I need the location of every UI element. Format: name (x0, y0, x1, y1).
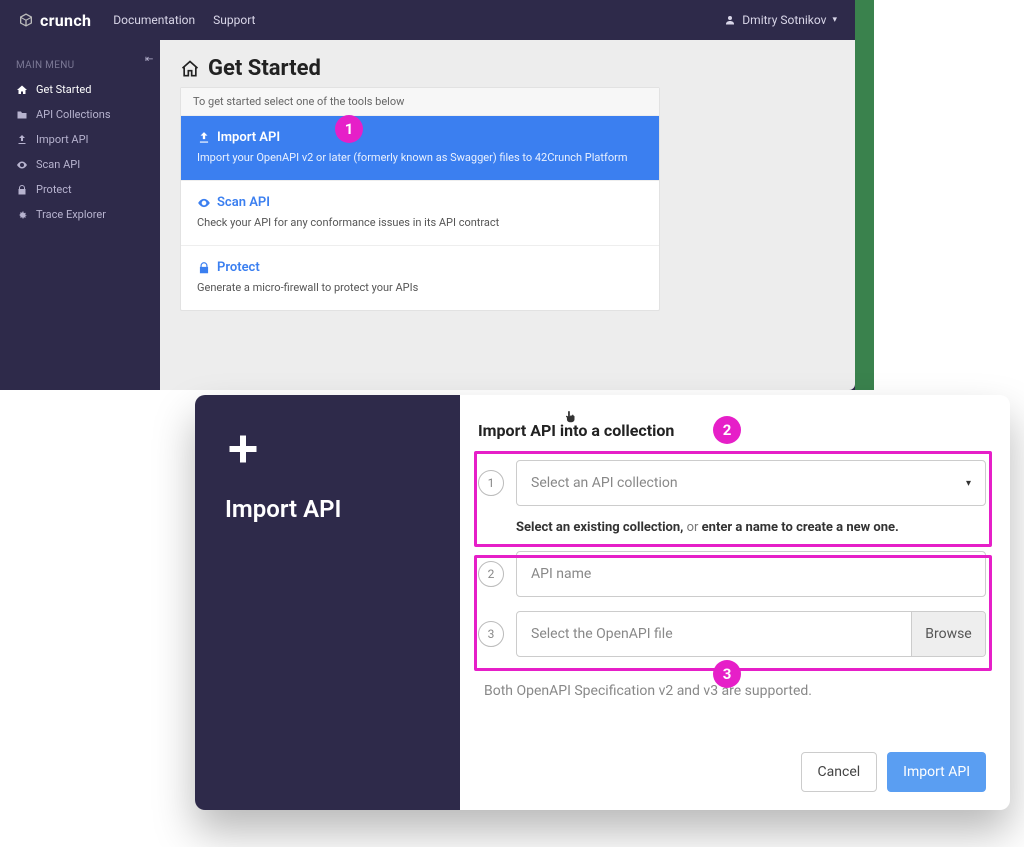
sidebar-label: Protect (36, 183, 72, 196)
tool-desc: Check your API for any conformance issue… (197, 216, 643, 229)
import-icon (16, 134, 28, 146)
helper-light: or (683, 520, 701, 535)
chevron-down-icon: ▾ (966, 478, 971, 489)
sidebar-label: Scan API (36, 158, 80, 171)
eye-icon (16, 159, 28, 171)
tools-panel: To get started select one of the tools b… (180, 87, 660, 311)
import-api-modal: Import API Import API into a collection … (195, 395, 1010, 810)
step-2-row: 2 API name (478, 551, 986, 597)
annotation-badge-1: 1 (335, 115, 363, 143)
sidebar-item-trace[interactable]: Trace Explorer (0, 202, 160, 227)
nav-support[interactable]: Support (213, 13, 255, 27)
decorative-stripe (855, 0, 874, 390)
sidebar-item-protect[interactable]: Protect (0, 177, 160, 202)
tool-title-text: Scan API (217, 195, 270, 210)
nav-links: Documentation Support (113, 13, 255, 27)
tool-title-text: Import API (217, 130, 280, 145)
user-name: Dmitry Sotnikov (742, 13, 826, 27)
plus-icon (225, 431, 261, 467)
user-menu[interactable]: Dmitry Sotnikov ▾ (724, 13, 837, 27)
file-placeholder: Select the OpenAPI file (531, 626, 673, 642)
lock-icon (197, 261, 211, 275)
sidebar-label: Trace Explorer (36, 208, 106, 221)
annotation-badge-2: 2 (713, 416, 741, 444)
topbar-left: crunch Documentation Support (18, 11, 256, 30)
panel-hint: To get started select one of the tools b… (181, 88, 659, 116)
modal-actions: Cancel Import API (801, 752, 986, 792)
step-1-row: 1 Select an API collection ▾ (478, 460, 986, 506)
import-icon (197, 131, 211, 145)
tool-import[interactable]: Import API Import your OpenAPI v2 or lat… (181, 116, 659, 180)
api-name-input[interactable]: API name (516, 551, 986, 597)
sidebar-item-scan[interactable]: Scan API (0, 152, 160, 177)
cancel-button[interactable]: Cancel (801, 752, 878, 792)
tool-desc: Generate a micro-firewall to protect you… (197, 281, 643, 294)
sidebar: MAIN MENU Get Started API Collections Im… (0, 40, 160, 390)
topbar: crunch Documentation Support Dmitry Sotn… (0, 0, 855, 40)
helper-bold-b: enter a name to create a new one. (702, 520, 899, 535)
step-number-2: 2 (478, 561, 504, 587)
sidebar-label: API Collections (36, 108, 111, 121)
step-3-row: 3 Select the OpenAPI file Browse (478, 611, 986, 657)
helper-text: Select an existing collection, or enter … (516, 520, 986, 535)
api-name-placeholder: API name (531, 566, 591, 582)
page-title: Get Started (180, 56, 835, 81)
sidebar-item-collections[interactable]: API Collections (0, 102, 160, 127)
home-icon (16, 84, 28, 96)
step-number-3: 3 (478, 621, 504, 647)
file-picker: Select the OpenAPI file Browse (516, 611, 986, 657)
modal-left-title: Import API (225, 495, 430, 523)
helper-bold-a: Select an existing collection, (516, 520, 683, 535)
page-title-text: Get Started (208, 56, 321, 81)
lock-icon (16, 184, 28, 196)
import-button[interactable]: Import API (887, 752, 986, 792)
tool-scan[interactable]: Scan API Check your API for any conforma… (181, 180, 659, 245)
eye-icon (197, 196, 211, 210)
sidebar-label: Import API (36, 133, 89, 146)
sidebar-heading: MAIN MENU (0, 52, 160, 77)
nav-documentation[interactable]: Documentation (113, 13, 195, 27)
logo[interactable]: crunch (18, 11, 91, 30)
browse-button[interactable]: Browse (911, 612, 985, 656)
sidebar-item-import[interactable]: Import API (0, 127, 160, 152)
collection-placeholder: Select an API collection (531, 475, 678, 491)
app-shell: crunch Documentation Support Dmitry Sotn… (0, 0, 855, 390)
content-area: Get Started To get started select one of… (160, 40, 855, 390)
step-number-1: 1 (478, 470, 504, 496)
sidebar-label: Get Started (36, 83, 91, 96)
annotation-badge-3: 3 (713, 660, 741, 688)
sidebar-item-get-started[interactable]: Get Started (0, 77, 160, 102)
brand-text: crunch (40, 11, 91, 30)
tool-desc: Import your OpenAPI v2 or later (formerl… (197, 151, 643, 164)
chevron-down-icon: ▾ (832, 15, 837, 25)
user-icon (724, 14, 736, 26)
file-path-display: Select the OpenAPI file (517, 612, 911, 656)
cube-icon (18, 12, 34, 28)
sidebar-collapse[interactable]: ⇤ (145, 54, 153, 65)
cursor-icon (564, 409, 578, 425)
tool-title-text: Protect (217, 260, 260, 275)
collection-select[interactable]: Select an API collection ▾ (516, 460, 986, 506)
modal-body: Import API into a collection 1 Select an… (460, 395, 1010, 810)
gear-icon (16, 209, 28, 221)
folder-icon (16, 109, 28, 121)
home-icon (180, 59, 200, 79)
modal-sidebar: Import API (195, 395, 460, 810)
tool-protect[interactable]: Protect Generate a micro-firewall to pro… (181, 245, 659, 310)
